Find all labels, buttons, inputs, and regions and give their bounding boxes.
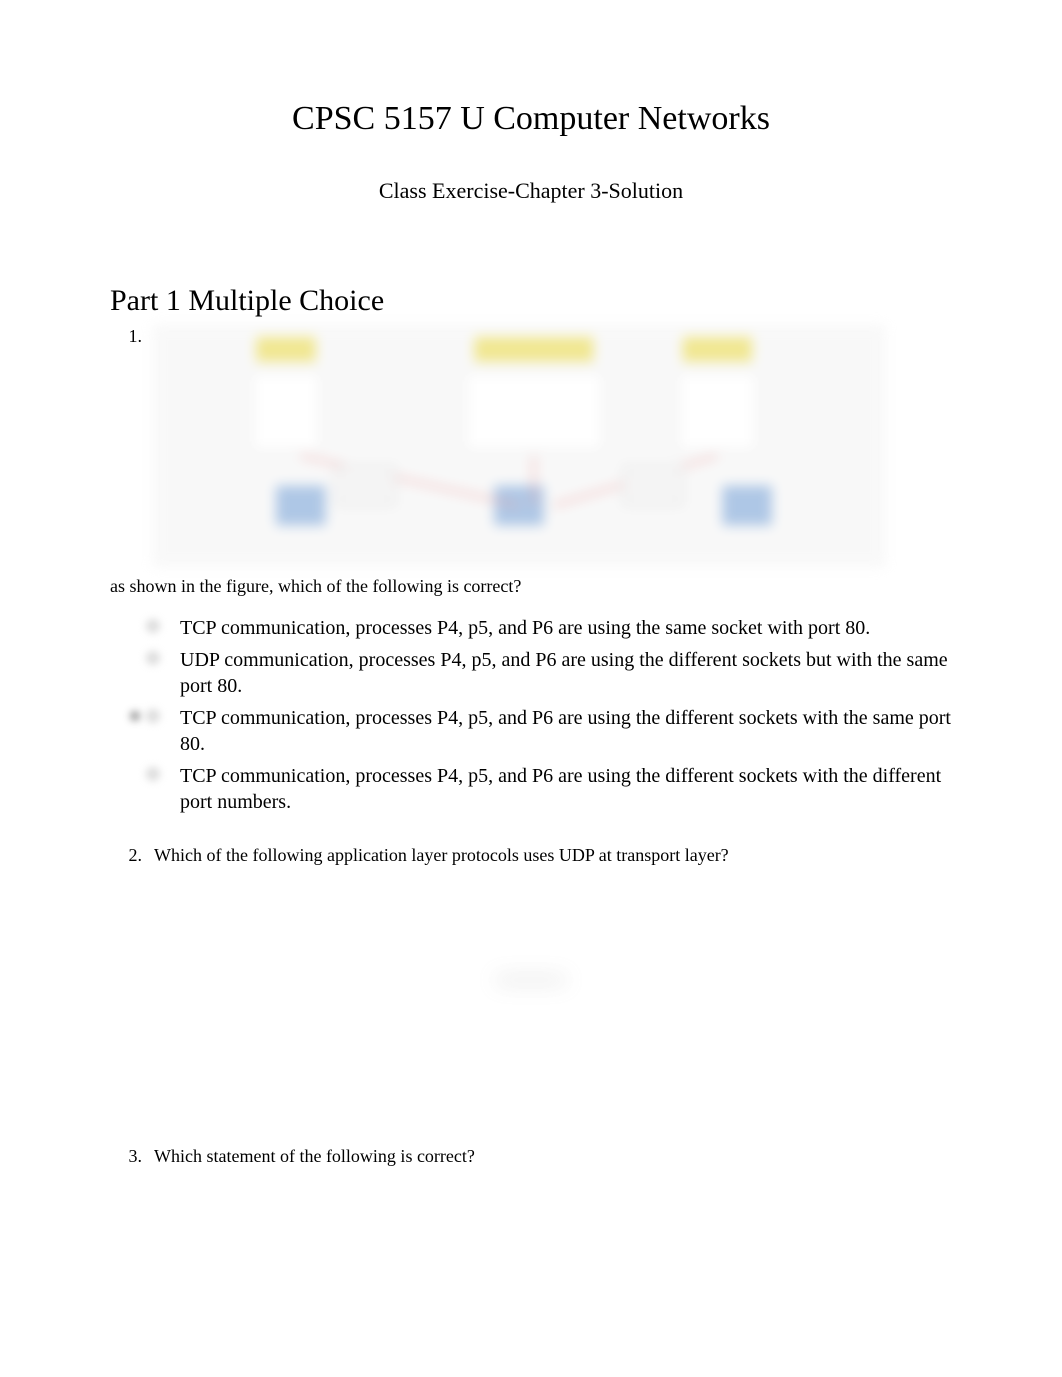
question-2: 2. Which of the following application la… (110, 845, 952, 1116)
question-3: 3. Which statement of the following is c… (110, 1146, 952, 1167)
option-text: TCP communication, processes P4, p5, and… (180, 615, 952, 641)
q1-options: TCP communication, processes P4, p5, and… (110, 615, 952, 815)
option-d: TCP communication, processes P4, p5, and… (140, 763, 952, 815)
document-page: CPSC 5157 U Computer Networks Class Exer… (110, 100, 952, 1167)
network-diagram-figure (154, 326, 884, 566)
page-subtitle: Class Exercise-Chapter 3-Solution (110, 178, 952, 204)
option-c: TCP communication, processes P4, p5, and… (140, 705, 952, 757)
question-text: Which statement of the following is corr… (154, 1146, 475, 1166)
question-1: 1. (110, 326, 952, 815)
question-text: Which of the following application layer… (154, 845, 729, 865)
radio-selected-icon (140, 705, 180, 729)
option-b: UDP communication, processes P4, p5, and… (140, 647, 952, 699)
page-title: CPSC 5157 U Computer Networks (110, 100, 952, 138)
option-text: TCP communication, processes P4, p5, and… (180, 705, 952, 757)
option-a: TCP communication, processes P4, p5, and… (140, 615, 952, 641)
question-number: 2. (110, 845, 150, 866)
radio-icon (140, 647, 180, 671)
radio-icon (140, 615, 180, 639)
option-text: UDP communication, processes P4, p5, and… (180, 647, 952, 699)
radio-icon (140, 763, 180, 787)
blurred-content (110, 976, 952, 1116)
question-number: 3. (110, 1146, 150, 1167)
option-text: TCP communication, processes P4, p5, and… (180, 763, 952, 815)
question-number: 1. (110, 326, 150, 347)
figure-caption: as shown in the figure, which of the fol… (110, 576, 952, 597)
part-heading: Part 1 Multiple Choice (110, 284, 952, 318)
